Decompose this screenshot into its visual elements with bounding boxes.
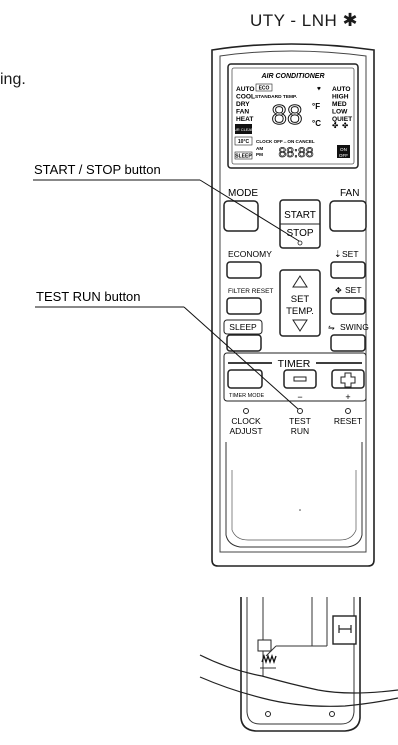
test-run-label-2: RUN bbox=[291, 426, 309, 436]
display-fan-med: MED bbox=[332, 101, 347, 108]
display-pm: PM bbox=[256, 152, 263, 157]
display-fan-low: LOW bbox=[332, 109, 348, 116]
set-temp-label-2: TEMP. bbox=[286, 306, 314, 317]
swing-icon: ⇋ bbox=[328, 323, 335, 332]
sleep-button[interactable] bbox=[226, 334, 262, 352]
display-air-clean: AIR CLEAN bbox=[233, 127, 254, 132]
clock-adjust-label-1: CLOCK bbox=[231, 416, 261, 426]
mode-label: MODE bbox=[228, 188, 258, 199]
display-off: OFF bbox=[339, 153, 348, 158]
stop-label: STOP bbox=[286, 228, 313, 239]
display-on: ON bbox=[340, 147, 347, 152]
display-mode-fan: FAN bbox=[236, 109, 249, 116]
clock-adjust-label-2: ADJUST bbox=[229, 426, 262, 436]
display-time-digits: 88:88 bbox=[278, 144, 313, 160]
set-vertical-label: SET bbox=[342, 249, 359, 259]
timer-mode-label: TIMER MODE bbox=[229, 393, 264, 399]
fan-symbol-icon: ✤ bbox=[332, 121, 339, 130]
display-temp-digits: 88 bbox=[271, 99, 302, 130]
timer-label: TIMER bbox=[278, 358, 311, 370]
display-fan-auto: AUTO bbox=[332, 86, 351, 93]
display-mode-dry: DRY bbox=[236, 101, 250, 108]
heart-icon: ♥ bbox=[317, 86, 321, 93]
economy-label: ECONOMY bbox=[228, 249, 272, 259]
buttons: MODE FAN START STOP ECONOMY ⇣ SET SET TE… bbox=[223, 188, 369, 436]
sleep-label: SLEEP bbox=[229, 322, 257, 332]
display-panel: AIR CONDITIONER AUTO COOL DRY FAN HEAT E… bbox=[227, 63, 359, 169]
fan-button[interactable] bbox=[329, 200, 367, 232]
remote-diagram: AIR CONDITIONER AUTO COOL DRY FAN HEAT E… bbox=[33, 43, 398, 732]
display-am: AM bbox=[256, 146, 263, 151]
display-eco: ECO bbox=[259, 86, 270, 92]
battery-compartment-detail bbox=[199, 597, 398, 732]
reset-label: RESET bbox=[334, 416, 362, 426]
minus-label: − bbox=[297, 392, 302, 402]
display-unit-f: °F bbox=[312, 102, 320, 111]
display-sleep: SLEEP bbox=[235, 154, 252, 160]
filter-reset-label: FILTER RESET bbox=[228, 288, 273, 295]
display-header: AIR CONDITIONER bbox=[261, 73, 325, 80]
economy-button[interactable] bbox=[226, 261, 262, 279]
display-unit-c: °C bbox=[312, 119, 321, 128]
set-vertical-button[interactable] bbox=[330, 261, 366, 279]
set-horizontal-label: SET bbox=[345, 285, 362, 295]
plus-label: + bbox=[345, 392, 350, 402]
vertical-airflow-icon: ⇣ bbox=[334, 249, 342, 259]
fan-symbol-icon-2: ✤ bbox=[342, 121, 349, 130]
display-10c: 10°C bbox=[238, 139, 250, 145]
swing-label: SWING bbox=[340, 322, 369, 332]
display-mode-cool: COOL bbox=[236, 94, 255, 101]
start-stop-callout-label: START / STOP button bbox=[34, 162, 161, 177]
test-run-callout-label: TEST RUN button bbox=[36, 289, 141, 304]
timer-minus-button[interactable] bbox=[283, 369, 317, 389]
set-temp-label-1: SET bbox=[291, 294, 310, 305]
display-fan-high: HIGH bbox=[332, 94, 349, 101]
display-mode-heat: HEAT bbox=[236, 116, 253, 123]
fan-label: FAN bbox=[340, 188, 359, 199]
test-run-label-1: TEST bbox=[289, 416, 311, 426]
display-mode-auto: AUTO bbox=[236, 86, 255, 93]
filter-reset-button[interactable] bbox=[226, 297, 262, 315]
set-horizontal-button[interactable] bbox=[330, 297, 366, 315]
swing-button[interactable] bbox=[330, 334, 366, 352]
start-label: START bbox=[284, 210, 316, 221]
horizontal-airflow-icon: ✥ bbox=[335, 286, 342, 295]
